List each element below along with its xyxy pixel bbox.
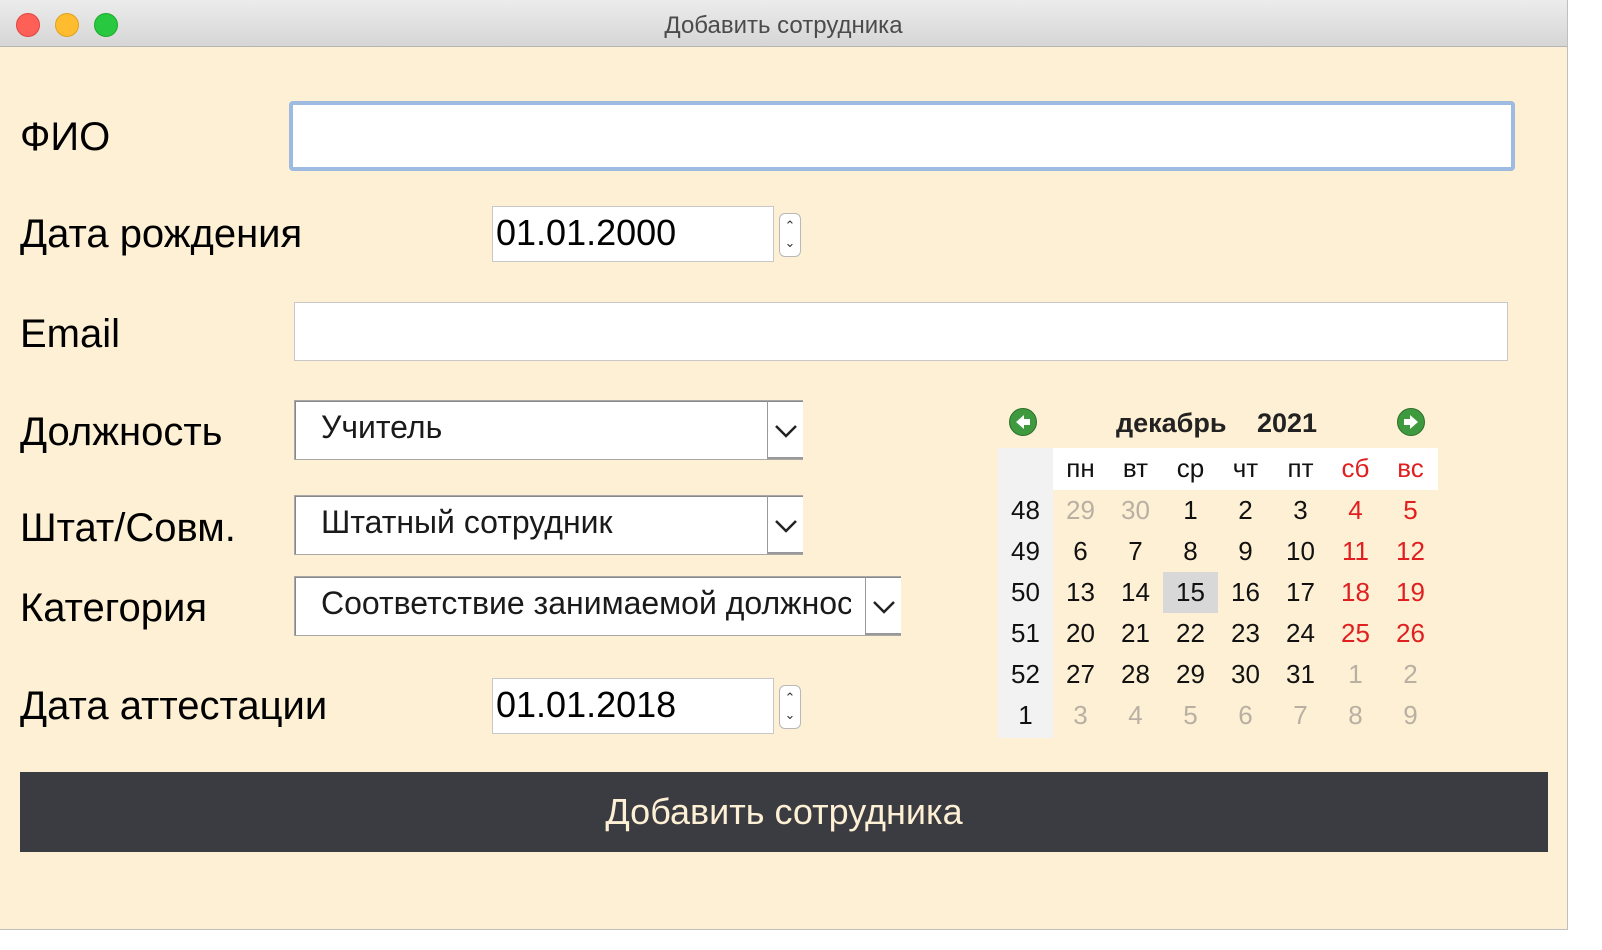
birth-date-spinner[interactable]: ⌃ ⌄ (779, 213, 801, 257)
calendar-day[interactable]: 29 (1053, 490, 1108, 531)
calendar-day[interactable]: 6 (1053, 531, 1108, 572)
week-number: 49 (1011, 536, 1040, 566)
calendar-day[interactable]: 16 (1218, 572, 1273, 613)
calendar-day[interactable]: 31 (1273, 654, 1328, 695)
birth-date-label: Дата рождения (20, 212, 303, 256)
email-label: Email (20, 312, 121, 356)
calendar-day[interactable]: 24 (1273, 613, 1328, 654)
arrow-left-circle-icon[interactable] (1009, 408, 1037, 436)
calendar-day[interactable]: 1 (1328, 654, 1383, 695)
employment-select[interactable]: Штатный сотрудник (294, 495, 803, 555)
calendar-day[interactable]: 1 (1163, 490, 1218, 531)
attestation-date-field[interactable]: 01.01.2018 (492, 678, 774, 734)
calendar-day[interactable]: 27 (1053, 654, 1108, 695)
weekday-label: ср (1176, 453, 1205, 483)
week-number: 52 (1011, 659, 1040, 689)
spin-down-icon[interactable]: ⌄ (780, 236, 800, 250)
calendar-day[interactable]: 20 (1053, 613, 1108, 654)
calendar-day[interactable]: 12 (1383, 531, 1438, 572)
calendar-day[interactable]: 3 (1053, 695, 1108, 736)
calendar-day[interactable]: 23 (1218, 613, 1273, 654)
calendar-day[interactable]: 10 (1273, 531, 1328, 572)
calendar-day[interactable]: 13 (1053, 572, 1108, 613)
arrow-right-circle-icon[interactable] (1397, 408, 1425, 436)
week-number: 1 (1018, 700, 1033, 730)
calendar-day-selected[interactable]: 15 (1163, 572, 1218, 613)
calendar-day[interactable]: 19 (1383, 572, 1438, 613)
weekday-label: вс (1397, 453, 1424, 483)
employment-selected-value: Штатный сотрудник (321, 504, 613, 540)
calendar-day[interactable]: 6 (1218, 695, 1273, 736)
calendar-year[interactable]: 2021 (1257, 408, 1317, 439)
calendar-day[interactable]: 2 (1218, 490, 1273, 531)
spin-up-icon[interactable]: ⌃ (780, 691, 800, 705)
weekday-label: чт (1232, 453, 1259, 483)
employment-label: Штат/Совм. (20, 506, 236, 550)
title-bar: Добавить сотрудника (0, 0, 1567, 47)
calendar-day[interactable]: 17 (1273, 572, 1328, 613)
calendar-day[interactable]: 14 (1108, 572, 1163, 613)
weekday-label: вт (1122, 453, 1149, 483)
add-employee-button[interactable]: Добавить сотрудника (20, 772, 1548, 852)
calendar-day[interactable]: 2 (1383, 654, 1438, 695)
week-number: 51 (1011, 618, 1040, 648)
calendar-day[interactable]: 4 (1328, 490, 1383, 531)
calendar-widget: декабрь 2021 пн вт ср чт пт сб вс 48 29 30 1 2 3 4 5 49… (998, 400, 1438, 740)
calendar-day[interactable]: 18 (1328, 572, 1383, 613)
position-select[interactable]: Учитель (294, 400, 803, 460)
weekday-label: пн (1066, 453, 1095, 483)
fio-label: ФИО (20, 115, 111, 159)
chevron-down-icon[interactable] (767, 496, 803, 554)
calendar-day[interactable]: 8 (1163, 531, 1218, 572)
category-select[interactable]: Соответствие занимаемой должнос (294, 576, 901, 636)
calendar-day[interactable]: 30 (1108, 490, 1163, 531)
attestation-date-spinner[interactable]: ⌃ ⌄ (779, 685, 801, 729)
calendar-day[interactable]: 11 (1328, 531, 1383, 572)
window-title: Добавить сотрудника (664, 12, 903, 39)
calendar-day[interactable]: 28 (1108, 654, 1163, 695)
calendar-day[interactable]: 5 (1163, 695, 1218, 736)
calendar-month[interactable]: декабрь (1116, 408, 1226, 439)
calendar-day[interactable]: 26 (1383, 613, 1438, 654)
weekday-label: сб (1341, 453, 1370, 483)
week-number: 48 (1011, 495, 1040, 525)
category-selected-value: Соответствие занимаемой должнос (321, 585, 851, 621)
calendar-day[interactable]: 25 (1328, 613, 1383, 654)
spin-up-icon[interactable]: ⌃ (780, 219, 800, 233)
attestation-date-label: Дата аттестации (20, 684, 328, 728)
calendar-day[interactable]: 22 (1163, 613, 1218, 654)
position-label: Должность (20, 410, 223, 454)
calendar-day[interactable]: 5 (1383, 490, 1438, 531)
email-input[interactable] (294, 302, 1508, 361)
calendar-day[interactable]: 7 (1108, 531, 1163, 572)
chevron-down-icon[interactable] (767, 401, 803, 459)
add-employee-window: Добавить сотрудника ФИО Дата рождения 01… (0, 0, 1568, 930)
chevron-down-icon[interactable] (865, 577, 901, 635)
birth-date-field[interactable]: 01.01.2000 (492, 206, 774, 262)
calendar-day[interactable]: 7 (1273, 695, 1328, 736)
calendar-day[interactable]: 4 (1108, 695, 1163, 736)
week-number: 50 (1011, 577, 1040, 607)
spin-down-icon[interactable]: ⌄ (780, 708, 800, 722)
weekday-label: пт (1287, 453, 1314, 483)
calendar-day[interactable]: 9 (1383, 695, 1438, 736)
calendar-day[interactable]: 8 (1328, 695, 1383, 736)
calendar-day[interactable]: 30 (1218, 654, 1273, 695)
category-label: Категория (20, 586, 207, 630)
calendar-day[interactable]: 29 (1163, 654, 1218, 695)
calendar-day[interactable]: 3 (1273, 490, 1328, 531)
fio-input[interactable] (289, 101, 1515, 171)
calendar-day[interactable]: 21 (1108, 613, 1163, 654)
calendar-day[interactable]: 9 (1218, 531, 1273, 572)
position-selected-value: Учитель (321, 409, 443, 445)
